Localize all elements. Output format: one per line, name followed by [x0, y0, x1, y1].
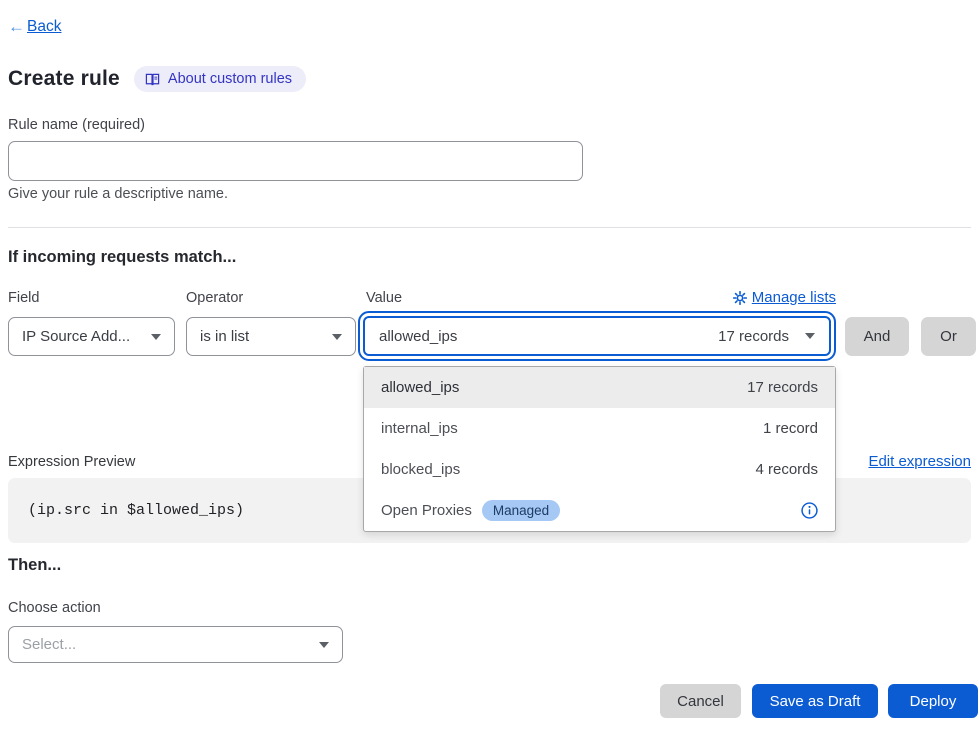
value-label: Value	[366, 290, 402, 306]
match-section-heading: If incoming requests match...	[8, 248, 236, 267]
rule-name-input[interactable]	[8, 141, 583, 181]
dropdown-item-blocked-ips[interactable]: blocked_ips 4 records	[364, 449, 835, 490]
value-select-value: allowed_ips	[379, 328, 457, 345]
list-name: allowed_ips	[381, 379, 459, 396]
operator-label: Operator	[186, 290, 243, 306]
field-select[interactable]: IP Source Add...	[8, 317, 175, 356]
section-divider	[8, 227, 971, 228]
chevron-down-icon	[332, 334, 342, 340]
rule-name-label: Rule name (required)	[8, 117, 145, 133]
dropdown-item-allowed-ips[interactable]: allowed_ips 17 records	[364, 367, 835, 408]
list-record-count: 17 records	[747, 379, 818, 396]
value-dropdown-panel: allowed_ips 17 records internal_ips 1 re…	[363, 366, 836, 532]
book-icon	[145, 72, 160, 87]
back-label: Back	[27, 18, 61, 36]
or-button[interactable]: Or	[921, 317, 976, 356]
and-button[interactable]: And	[845, 317, 909, 356]
list-name: Open Proxies	[381, 502, 472, 519]
value-select-records: 17 records	[718, 328, 789, 345]
choose-action-label: Choose action	[8, 600, 101, 616]
list-name: blocked_ips	[381, 461, 460, 478]
dropdown-item-open-proxies[interactable]: Open Proxies Managed	[364, 490, 835, 531]
back-arrow-icon: ←	[8, 17, 25, 37]
field-label: Field	[8, 290, 39, 306]
edit-expression-link[interactable]: Edit expression	[868, 453, 971, 470]
info-icon[interactable]	[801, 502, 818, 519]
deploy-button[interactable]: Deploy	[888, 684, 978, 718]
page-title: Create rule	[8, 67, 120, 91]
about-badge-label: About custom rules	[168, 71, 292, 87]
about-custom-rules-link[interactable]: About custom rules	[134, 66, 306, 92]
rule-name-help-text: Give your rule a descriptive name.	[8, 186, 228, 202]
field-select-value: IP Source Add...	[22, 328, 130, 345]
save-as-draft-button[interactable]: Save as Draft	[752, 684, 878, 718]
chevron-down-icon	[805, 333, 815, 339]
gear-icon	[733, 291, 747, 305]
cancel-button[interactable]: Cancel	[660, 684, 741, 718]
then-section-heading: Then...	[8, 556, 61, 575]
list-record-count: 4 records	[755, 461, 818, 478]
dropdown-item-internal-ips[interactable]: internal_ips 1 record	[364, 408, 835, 449]
operator-select-value: is in list	[200, 328, 249, 345]
create-rule-page: ← Back Create rule About custom rules Ru…	[0, 0, 979, 739]
action-select-placeholder: Select...	[22, 636, 76, 653]
manage-lists-link[interactable]: Manage lists	[733, 289, 836, 306]
chevron-down-icon	[151, 334, 161, 340]
expression-preview-label: Expression Preview	[8, 454, 135, 470]
action-select[interactable]: Select...	[8, 626, 343, 663]
manage-lists-label: Manage lists	[752, 289, 836, 306]
managed-badge: Managed	[482, 500, 560, 521]
expression-code: (ip.src in $allowed_ips)	[28, 502, 244, 519]
back-link[interactable]: ← Back	[8, 17, 61, 37]
list-name: internal_ips	[381, 420, 458, 437]
operator-select[interactable]: is in list	[186, 317, 356, 356]
list-record-count: 1 record	[763, 420, 818, 437]
chevron-down-icon	[319, 642, 329, 648]
title-row: Create rule About custom rules	[8, 66, 306, 92]
value-select[interactable]: allowed_ips 17 records	[363, 316, 831, 356]
